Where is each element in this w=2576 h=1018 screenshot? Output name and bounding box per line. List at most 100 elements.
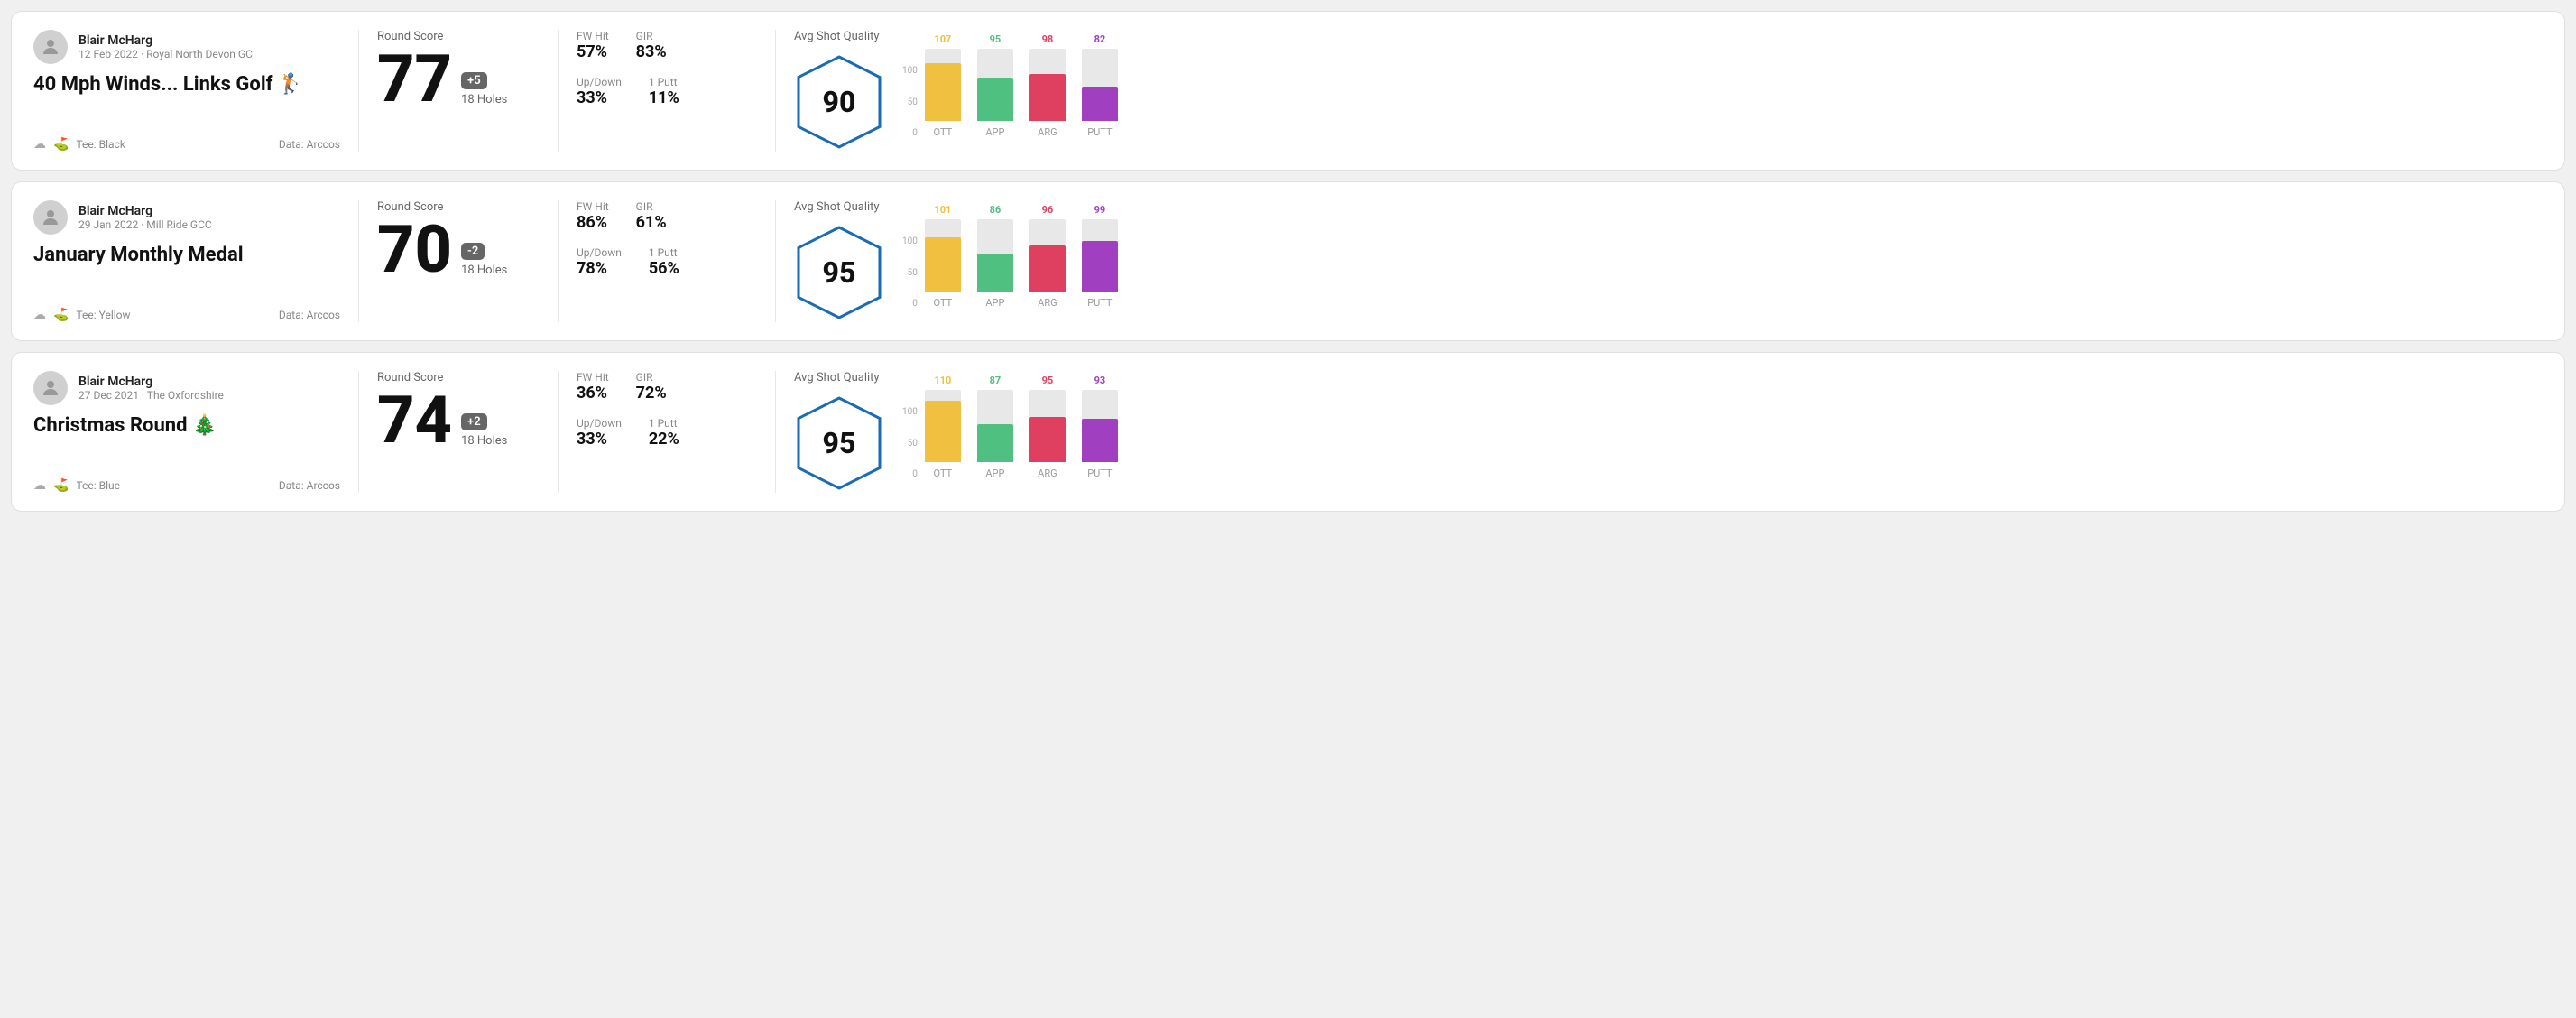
bar-wrapper-app bbox=[977, 390, 1013, 462]
stat-gir: GIR 72% bbox=[636, 371, 667, 403]
fw-hit-value: 57% bbox=[577, 42, 609, 61]
footer-info: ☁ ⛳ Tee: Yellow Data: Arccos bbox=[33, 308, 340, 322]
user-icon bbox=[40, 207, 61, 228]
bar-wrapper-app bbox=[977, 219, 1013, 292]
fw-hit-label: FW Hit bbox=[577, 200, 609, 213]
user-name: Blair McHarg bbox=[78, 33, 253, 48]
avatar bbox=[33, 200, 68, 235]
user-text: Blair McHarg 12 Feb 2022 · Royal North D… bbox=[78, 33, 253, 60]
stats-row-bottom: Up/Down 33% 1 Putt 11% bbox=[577, 76, 757, 107]
bar-label-arg: ARG bbox=[1038, 467, 1057, 479]
bar-label-arg: ARG bbox=[1038, 297, 1057, 309]
round-card-2: Blair McHarg 29 Jan 2022 · Mill Ride GCC… bbox=[11, 181, 2565, 341]
avatar bbox=[33, 30, 68, 64]
stats-row-top: FW Hit 57% GIR 83% bbox=[577, 30, 757, 61]
divider-mid bbox=[558, 200, 559, 322]
bar-wrapper-arg bbox=[1029, 219, 1066, 292]
updown-label: Up/Down bbox=[577, 246, 622, 259]
bar-wrapper-putt bbox=[1082, 219, 1118, 292]
footer-left: ☁ ⛳ Tee: Blue bbox=[33, 478, 120, 493]
score-badge: -2 bbox=[461, 243, 485, 260]
divider-mid bbox=[558, 30, 559, 152]
bar-col-ott: 101 OTT bbox=[925, 204, 961, 309]
round-title: 40 Mph Winds... Links Golf 🏌️ bbox=[33, 73, 340, 97]
bar-col-app: 87 APP bbox=[977, 375, 1013, 479]
stat-gir: GIR 61% bbox=[636, 200, 667, 232]
stats-row-bottom: Up/Down 33% 1 Putt 22% bbox=[577, 417, 757, 449]
score-badge-col: +2 18 Holes bbox=[461, 413, 507, 453]
stat-fw-hit: FW Hit 36% bbox=[577, 371, 609, 403]
score-number: 70 bbox=[377, 217, 452, 282]
tee-info: Tee: Blue bbox=[76, 479, 120, 492]
chart-area: 100 50 0 107 OTT 95 AP bbox=[902, 30, 2543, 138]
score-row: 74 +2 18 Holes bbox=[377, 388, 540, 453]
stat-gir: GIR 83% bbox=[636, 30, 667, 61]
bar-wrapper-ott bbox=[925, 49, 961, 121]
holes-text: 18 Holes bbox=[461, 93, 507, 106]
score-row: 70 -2 18 Holes bbox=[377, 217, 540, 282]
gir-label: GIR bbox=[636, 30, 667, 42]
user-icon bbox=[40, 377, 61, 399]
date-course: 12 Feb 2022 · Royal North Devon GC bbox=[78, 48, 253, 60]
oneputt-label: 1 Putt bbox=[649, 417, 679, 430]
divider-right bbox=[775, 371, 776, 493]
stats-section: FW Hit 86% GIR 61% Up/Down 78% 1 Putt 56… bbox=[577, 200, 757, 322]
hexagon-container: 90 bbox=[794, 52, 884, 152]
user-info: Blair McHarg 29 Jan 2022 · Mill Ride GCC bbox=[33, 200, 340, 235]
score-section: Round Score 70 -2 18 Holes bbox=[377, 200, 540, 322]
bar-fill-arg bbox=[1029, 245, 1066, 292]
user-name: Blair McHarg bbox=[78, 375, 224, 389]
bar-chart: 107 OTT 95 APP 98 bbox=[925, 30, 1118, 138]
user-icon bbox=[40, 36, 61, 58]
user-text: Blair McHarg 27 Dec 2021 · The Oxfordshi… bbox=[78, 375, 224, 402]
round-title: Christmas Round 🎄 bbox=[33, 414, 340, 438]
bar-label-putt: PUTT bbox=[1087, 126, 1112, 138]
stats-row-top: FW Hit 36% GIR 72% bbox=[577, 371, 757, 403]
bar-value-arg: 95 bbox=[1042, 375, 1054, 386]
score-section: Round Score 77 +5 18 Holes bbox=[377, 30, 540, 152]
score-badge-col: +5 18 Holes bbox=[461, 72, 507, 112]
stat-oneputt: 1 Putt 56% bbox=[649, 246, 679, 278]
bar-wrapper-app bbox=[977, 49, 1013, 121]
left-section: Blair McHarg 12 Feb 2022 · Royal North D… bbox=[33, 30, 340, 152]
oneputt-label: 1 Putt bbox=[649, 76, 679, 88]
stats-row-bottom: Up/Down 78% 1 Putt 56% bbox=[577, 246, 757, 278]
divider-left bbox=[358, 200, 359, 322]
bar-fill-arg bbox=[1029, 417, 1066, 462]
bar-col-putt: 99 PUTT bbox=[1082, 204, 1118, 309]
bar-fill-arg bbox=[1029, 74, 1066, 121]
chart-with-axis: 100 50 0 101 OTT 86 AP bbox=[902, 200, 2543, 309]
bar-col-arg: 98 ARG bbox=[1029, 33, 1066, 138]
score-number: 74 bbox=[377, 388, 452, 453]
bar-value-app: 86 bbox=[990, 204, 1002, 216]
bar-value-arg: 98 bbox=[1042, 33, 1054, 45]
stat-updown: Up/Down 78% bbox=[577, 246, 622, 278]
chart-with-axis: 100 50 0 110 OTT 87 AP bbox=[902, 371, 2543, 479]
user-info: Blair McHarg 27 Dec 2021 · The Oxfordshi… bbox=[33, 371, 340, 405]
bar-label-ott: OTT bbox=[934, 297, 953, 309]
bar-value-ott: 110 bbox=[934, 375, 951, 386]
holes-text: 18 Holes bbox=[461, 434, 507, 448]
oneputt-value: 56% bbox=[649, 259, 679, 278]
hexagon-container: 95 bbox=[794, 223, 884, 322]
score-badge-col: -2 18 Holes bbox=[461, 243, 507, 282]
gir-value: 83% bbox=[636, 42, 667, 61]
shot-quality-section: Avg Shot Quality 90 100 50 0 107 bbox=[794, 30, 2543, 152]
hex-score: 90 bbox=[823, 85, 856, 119]
bar-col-putt: 82 PUTT bbox=[1082, 33, 1118, 138]
chart-with-axis: 100 50 0 107 OTT 95 AP bbox=[902, 30, 2543, 138]
sq-label: Avg Shot Quality bbox=[794, 371, 880, 384]
stats-section: FW Hit 57% GIR 83% Up/Down 33% 1 Putt 11… bbox=[577, 30, 757, 152]
fw-hit-label: FW Hit bbox=[577, 30, 609, 42]
score-number: 77 bbox=[377, 47, 452, 112]
bar-label-ott: OTT bbox=[934, 467, 953, 479]
round-card-1: Blair McHarg 12 Feb 2022 · Royal North D… bbox=[11, 11, 2565, 171]
user-info: Blair McHarg 12 Feb 2022 · Royal North D… bbox=[33, 30, 340, 64]
round-title: January Monthly Medal bbox=[33, 244, 340, 267]
bar-wrapper-arg bbox=[1029, 49, 1066, 121]
bar-fill-ott bbox=[925, 237, 961, 292]
updown-value: 78% bbox=[577, 259, 622, 278]
bar-value-app: 87 bbox=[990, 375, 1002, 386]
bar-fill-putt bbox=[1082, 87, 1118, 121]
divider-left bbox=[358, 371, 359, 493]
